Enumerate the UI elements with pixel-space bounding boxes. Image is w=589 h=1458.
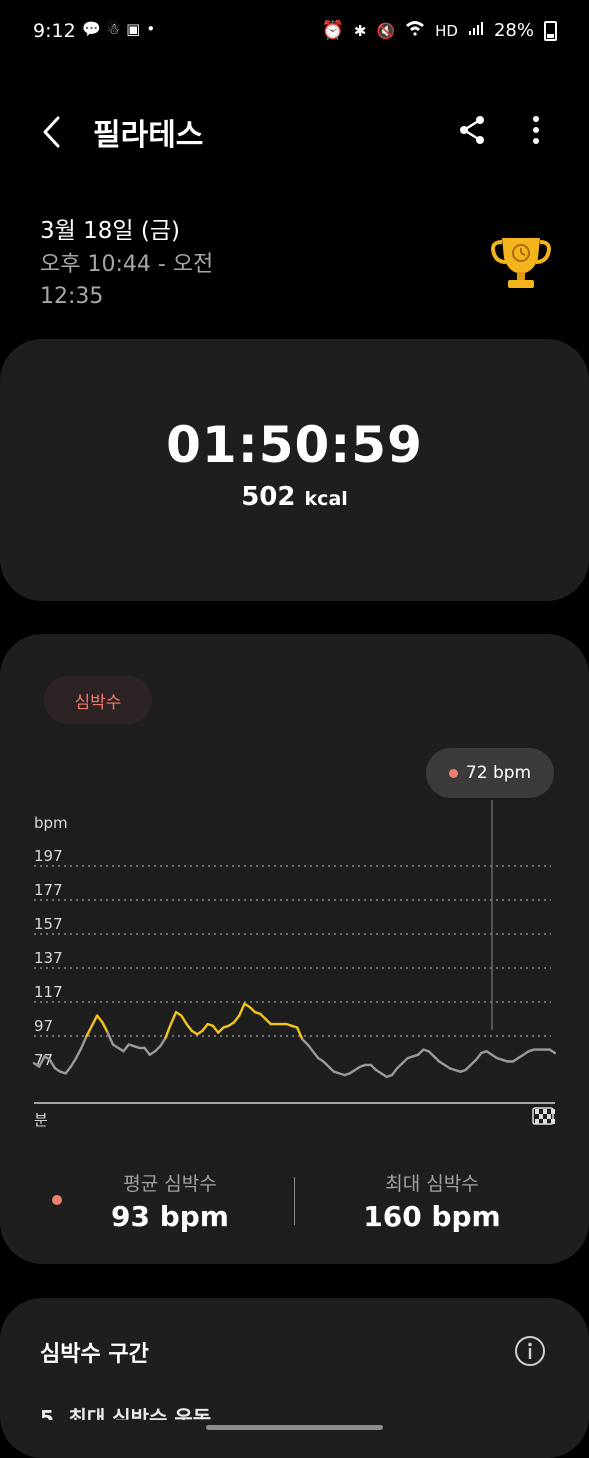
avg-heart-rate-dot bbox=[52, 1195, 62, 1205]
info-icon bbox=[515, 1336, 545, 1366]
assistant-icon: ☃ bbox=[106, 20, 127, 38]
max-heart-rate-label: 최대 심박수 bbox=[385, 1173, 479, 1195]
heart-rate-segment bbox=[74, 1046, 83, 1060]
heart-rate-segment bbox=[474, 1051, 483, 1061]
x-axis-label: 분 bbox=[34, 1111, 48, 1129]
heart-rate-segment bbox=[390, 1067, 399, 1077]
zone-item-5: 5. 최대 심박수 운동 bbox=[40, 1406, 212, 1420]
signal-icon bbox=[468, 20, 484, 41]
heart-rate-segment bbox=[106, 1031, 115, 1046]
navigation-handle[interactable] bbox=[206, 1425, 383, 1430]
y-tick-label: 177 bbox=[34, 881, 63, 899]
heart-rate-segment bbox=[169, 1010, 178, 1026]
heart-rate-segment bbox=[64, 1065, 73, 1075]
heart-rate-segment bbox=[90, 1014, 99, 1028]
heart-rate-segment bbox=[238, 1002, 246, 1017]
y-tick-label: 157 bbox=[34, 915, 63, 933]
heart-rate-zones-card bbox=[0, 1298, 589, 1458]
heart-rate-tooltip: 72 bpm bbox=[426, 748, 554, 798]
avg-heart-rate-label: 평균 심박수 bbox=[123, 1173, 217, 1195]
battery-percent: 28% bbox=[493, 20, 534, 41]
y-tick-label: 117 bbox=[34, 983, 63, 1001]
heart-rate-segment bbox=[311, 1050, 320, 1060]
heart-rate-segment bbox=[211, 1024, 220, 1034]
y-tick-label: 197 bbox=[34, 847, 63, 865]
more-vertical-icon bbox=[533, 116, 539, 144]
status-right: ⏰ ✱ 🔇 HD 28% bbox=[321, 20, 557, 41]
heart-rate-chart[interactable]: bpm1971771571371179777분 bbox=[0, 800, 589, 1140]
share-icon bbox=[460, 116, 484, 144]
talk-icon: 💬 bbox=[82, 20, 107, 38]
heart-rate-segment bbox=[101, 1021, 109, 1034]
more-options-button[interactable] bbox=[522, 114, 550, 146]
max-heart-rate-value: 160 bpm bbox=[363, 1200, 501, 1233]
alarm-icon: ⏰ bbox=[321, 20, 344, 41]
heart-rate-segment bbox=[122, 1043, 130, 1053]
y-tick-label: 137 bbox=[34, 949, 63, 967]
notification-dot-icon: • bbox=[146, 20, 162, 38]
heart-rate-segment bbox=[69, 1056, 78, 1068]
calories-unit: kcal bbox=[304, 488, 348, 510]
heart-rate-segment bbox=[143, 1046, 151, 1056]
battery-icon bbox=[544, 20, 557, 41]
finish-flag-icon bbox=[532, 1107, 555, 1125]
status-time: 9:12 bbox=[33, 20, 76, 42]
calories: 502 kcal bbox=[0, 482, 589, 512]
heart-rate-segment bbox=[80, 1034, 88, 1050]
tooltip-value: 72 bpm bbox=[465, 763, 532, 783]
stats-divider bbox=[294, 1177, 295, 1225]
heart-rate-chip[interactable]: 심박수 bbox=[44, 676, 152, 724]
workout-date: 3월 18일 (금) bbox=[40, 218, 180, 244]
trophy-icon[interactable] bbox=[488, 228, 554, 294]
wifi-icon bbox=[405, 20, 425, 41]
page-title: 필라테스 bbox=[93, 118, 204, 153]
heart-rate-segment bbox=[159, 1036, 167, 1048]
chevron-left-icon bbox=[43, 116, 60, 148]
avg-heart-rate-value: 93 bpm bbox=[111, 1200, 229, 1233]
calories-value: 502 bbox=[241, 482, 296, 512]
hd-voice-icon: HD bbox=[435, 21, 458, 40]
heart-rate-segment bbox=[232, 1014, 241, 1024]
tooltip-dot bbox=[448, 768, 458, 778]
heart-rate-segment bbox=[95, 1014, 104, 1024]
share-button[interactable] bbox=[456, 114, 488, 146]
workout-time-range: 오후 10:44 - 오전 12:35 bbox=[40, 252, 214, 309]
mute-icon: 🔇 bbox=[376, 21, 396, 40]
y-tick-label: 97 bbox=[34, 1017, 53, 1035]
workout-duration: 01:50:59 bbox=[166, 416, 423, 474]
zones-title: 심박수 구간 bbox=[40, 1342, 149, 1367]
back-button[interactable] bbox=[38, 112, 78, 152]
bluetooth-icon: ✱ bbox=[353, 21, 367, 40]
heart-rate-segment bbox=[180, 1014, 188, 1026]
heart-rate-segment bbox=[548, 1048, 557, 1055]
heart-rate-segment bbox=[201, 1022, 209, 1033]
info-button[interactable] bbox=[514, 1335, 546, 1367]
heart-rate-segment bbox=[306, 1043, 315, 1053]
status-left-icons: 💬☃▣• bbox=[82, 20, 161, 38]
heart-rate-segment bbox=[295, 1026, 304, 1041]
gallery-icon: ▣ bbox=[126, 20, 147, 38]
heart-rate-segment bbox=[85, 1024, 94, 1038]
y-axis-label: bpm bbox=[34, 814, 68, 832]
heart-rate-segment bbox=[164, 1022, 173, 1039]
heart-rate-segment bbox=[185, 1022, 194, 1033]
